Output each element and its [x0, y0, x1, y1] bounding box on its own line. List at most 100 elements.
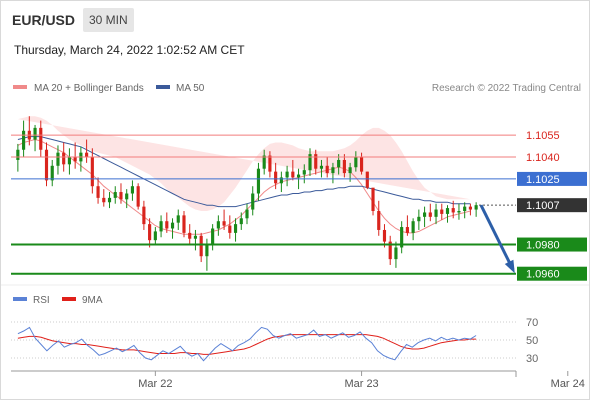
- ma50-legend-label: MA 50: [176, 83, 205, 94]
- candle-body: [468, 206, 472, 210]
- rsi-tick-label: 70: [526, 317, 538, 329]
- rsi-legend-label: RSI: [33, 295, 50, 306]
- candle-body: [279, 177, 283, 184]
- candle-body: [90, 157, 94, 187]
- candle-body: [113, 192, 117, 198]
- candle-body: [211, 228, 215, 245]
- credit-text: Research © 2022 Trading Central: [432, 83, 581, 94]
- candle-body: [233, 224, 238, 233]
- rsi-line: [17, 326, 477, 362]
- candle-body: [331, 167, 335, 174]
- candle-body: [22, 130, 26, 150]
- candle-body: [314, 154, 318, 169]
- candle-body: [423, 212, 427, 217]
- rsi-legend: RSI 9MA: [13, 295, 103, 306]
- candle-body: [228, 225, 232, 233]
- price-plot: [16, 116, 478, 271]
- candle-body: [308, 154, 312, 171]
- time-tick-label: Mar 24: [551, 378, 585, 390]
- candle-body: [325, 165, 329, 174]
- rsi-tick-label: 50: [526, 335, 538, 347]
- candle-body: [159, 221, 163, 232]
- candle-body: [434, 209, 438, 217]
- candle-body: [130, 186, 135, 194]
- candle-body: [67, 157, 71, 165]
- pivot-label: 1.1025: [526, 174, 560, 186]
- last-price-label: 1.1007: [526, 200, 560, 212]
- candle-body: [428, 212, 432, 217]
- candle-body: [148, 224, 152, 241]
- candle-body: [371, 187, 375, 211]
- candle-body: [188, 232, 192, 239]
- candle-body: [256, 168, 261, 194]
- candle-body: [377, 211, 381, 230]
- candle-body: [445, 208, 450, 214]
- candle-body: [337, 159, 341, 168]
- main-legend: MA 20 + Bollinger Bands MA 50 Research ©…: [13, 83, 581, 94]
- rsi-legend-swatch: [13, 297, 27, 301]
- candle-body: [342, 159, 346, 174]
- forecast-arrow-head: [504, 259, 515, 274]
- candle-body: [474, 205, 478, 210]
- time-tick-label: Mar 22: [138, 378, 172, 390]
- resistance-label: 1.1040: [526, 152, 560, 164]
- candle-body: [451, 208, 455, 213]
- candle-body: [262, 155, 266, 169]
- candle-body: [222, 221, 226, 226]
- candle-body: [296, 174, 301, 178]
- ma20-legend-label: MA 20 + Bollinger Bands: [34, 83, 144, 94]
- rsi-ma-legend-label: 9MA: [82, 295, 103, 306]
- candle-body: [274, 171, 278, 184]
- candle-body: [199, 235, 203, 257]
- time-axis: Mar 22 Mar 23 Mar 24: [11, 370, 585, 390]
- candle-body: [251, 193, 255, 210]
- candle-body: [417, 216, 421, 222]
- candle-body: [302, 170, 306, 175]
- candle-body: [405, 227, 409, 233]
- candle-body: [193, 235, 198, 239]
- candle-body: [107, 197, 112, 203]
- candle-body: [394, 247, 398, 260]
- candle-body: [62, 152, 66, 165]
- candle-body: [182, 215, 186, 233]
- price-chart: MA 20 + Bollinger Bands MA 50 Research ©…: [1, 83, 589, 390]
- rsi-panel: 70 50 30: [11, 317, 538, 365]
- resistance-label: 1.1055: [526, 130, 560, 142]
- candle-body: [354, 157, 358, 168]
- candle-body: [96, 186, 100, 198]
- candle-body: [457, 211, 461, 213]
- time-tick-label: Mar 23: [344, 378, 378, 390]
- candle-body: [348, 167, 352, 174]
- candle-body: [85, 152, 89, 158]
- rsi-tick-label: 30: [526, 353, 538, 365]
- candle-body: [136, 186, 140, 207]
- ma50-legend-swatch: [156, 85, 170, 89]
- candle-body: [365, 171, 369, 188]
- candle-body: [170, 222, 175, 229]
- candle-body: [285, 171, 289, 178]
- candle-body: [33, 127, 37, 140]
- candle-body: [119, 192, 123, 200]
- candle-body: [16, 149, 20, 160]
- candle-body: [56, 152, 60, 166]
- candle-body: [268, 155, 272, 172]
- candle-body: [165, 221, 169, 229]
- candle-body: [102, 197, 106, 203]
- forecast-arrow-shaft: [479, 204, 515, 271]
- candle-body: [382, 229, 387, 242]
- candle-body: [440, 209, 444, 214]
- rsi-ma-legend-swatch: [62, 297, 76, 301]
- chart-widget: EUR/USD 30 MIN Thursday, March 24, 2022 …: [0, 0, 590, 400]
- support-label: 1.0960: [526, 269, 560, 281]
- candle-body: [291, 171, 295, 178]
- candle-body: [73, 157, 77, 162]
- candle-body: [44, 149, 49, 181]
- candle-body: [176, 215, 180, 223]
- candle-body: [216, 221, 220, 229]
- candle-body: [319, 165, 324, 169]
- candle-body: [125, 193, 129, 200]
- ma20-legend-swatch: [13, 85, 27, 89]
- candle-body: [50, 165, 54, 181]
- candle-body: [359, 157, 364, 172]
- candle-body: [205, 244, 209, 257]
